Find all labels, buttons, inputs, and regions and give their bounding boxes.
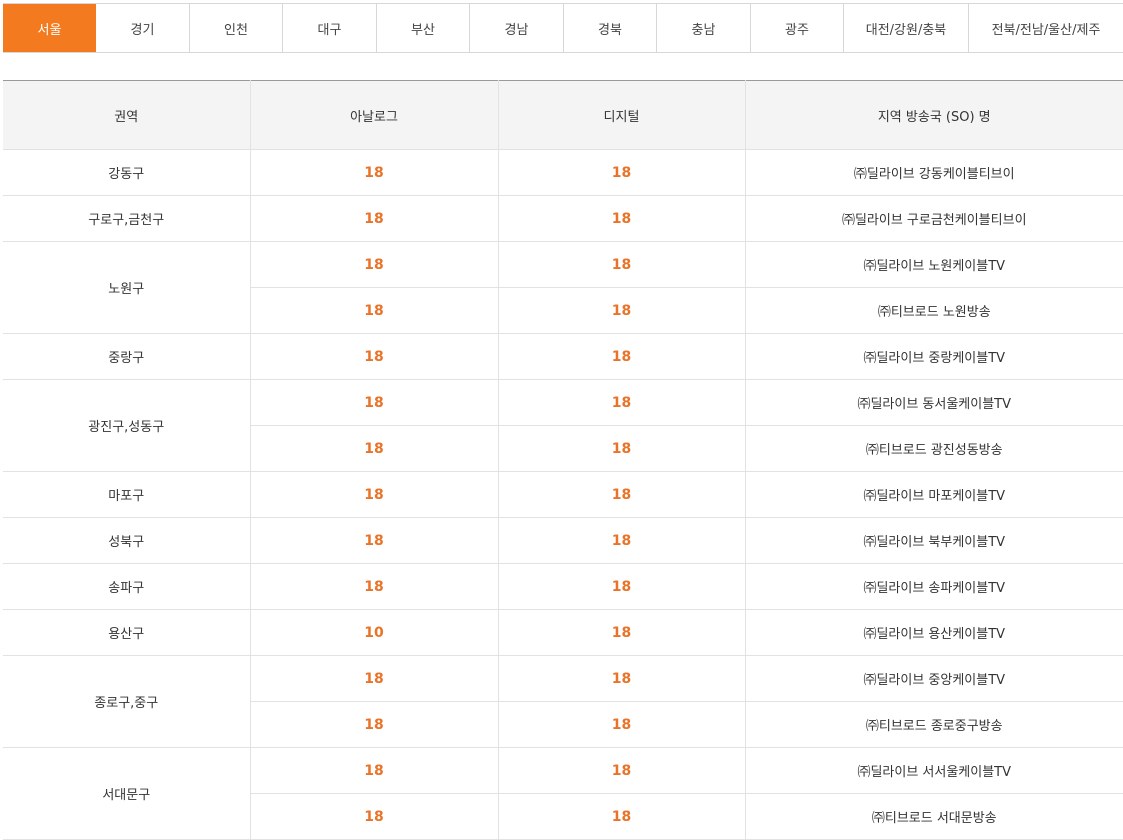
so-name-cell: ㈜딜라이브 용산케이블TV [745, 609, 1123, 656]
table-row: 중랑구 18 18 ㈜딜라이브 중랑케이블TV [3, 333, 1123, 380]
tab-2[interactable]: 경기 [96, 4, 190, 52]
digital-channel-cell: 18 [498, 471, 746, 518]
region-cell: 종로구,중구 [3, 655, 251, 748]
region-cell: 용산구 [3, 609, 251, 656]
so-name-cell: ㈜딜라이브 마포케이블TV [745, 471, 1123, 518]
digital-channel-cell: 18 [498, 333, 746, 380]
region-cell: 광진구,성동구 [3, 379, 251, 472]
so-name-cell: ㈜티브로드 서대문방송 [745, 793, 1123, 840]
analog-channel-cell: 10 [250, 609, 499, 656]
table-row: 광진구,성동구 18 18 ㈜딜라이브 동서울케이블TV [3, 379, 1123, 472]
region-cell: 중랑구 [3, 333, 251, 380]
digital-channel-cell: 18 [498, 425, 746, 472]
analog-channel-cell: 18 [250, 563, 499, 610]
tab-6[interactable]: 경남 [470, 4, 564, 52]
tab-3[interactable]: 인천 [190, 4, 283, 52]
header-so-name: 지역 방송국 (SO) 명 [745, 80, 1123, 150]
channel-table-container: 권역 아날로그 디지털 지역 방송국 (SO) 명 강동구 18 18 ㈜딜라이브 강… [3, 80, 1123, 840]
analog-channel-cell: 18 [250, 287, 499, 334]
table-row: 노원구 18 18 ㈜딜라이브 노원케이블TV [3, 241, 1123, 334]
table-header-row: 권역 아날로그 디지털 지역 방송국 (SO) 명 [3, 80, 1123, 150]
so-name-cell: ㈜딜라이브 구로금천케이블티브이 [745, 195, 1123, 242]
analog-channel-cell: 18 [250, 379, 499, 426]
table-row: 용산구 10 18 ㈜딜라이브 용산케이블TV [3, 609, 1123, 656]
digital-channel-cell: 18 [498, 701, 746, 748]
analog-channel-cell: 18 [250, 471, 499, 518]
region-cell: 송파구 [3, 563, 251, 610]
analog-channel-cell: 18 [250, 425, 499, 472]
header-analog: 아날로그 [250, 80, 499, 150]
analog-channel-cell: 18 [250, 241, 499, 288]
region-cell: 구로구,금천구 [3, 195, 251, 242]
so-name-cell: ㈜티브로드 광진성동방송 [745, 425, 1123, 472]
digital-channel-cell: 18 [498, 379, 746, 426]
so-name-cell: ㈜티브로드 종로중구방송 [745, 701, 1123, 748]
digital-channel-cell: 18 [498, 241, 746, 288]
so-name-cell: ㈜딜라이브 북부케이블TV [745, 517, 1123, 564]
table-row: 서대문구 18 18 ㈜딜라이브 서서울케이블TV [3, 747, 1123, 840]
digital-channel-cell: 18 [498, 517, 746, 564]
digital-channel-cell: 18 [498, 195, 746, 242]
digital-channel-cell: 18 [498, 747, 746, 794]
table-row: 종로구,중구 18 18 ㈜딜라이브 중앙케이블TV [3, 655, 1123, 748]
tab-9[interactable]: 광주 [751, 4, 844, 52]
region-cell: 서대문구 [3, 747, 251, 840]
region-cell: 성북구 [3, 517, 251, 564]
table-body: 강동구 18 18 ㈜딜라이브 강동케이블티브이 구로구,금천구 18 18 ㈜딜라이브 구로… [3, 149, 1123, 840]
tab-7[interactable]: 경북 [564, 4, 657, 52]
digital-channel-cell: 18 [498, 793, 746, 840]
region-cell: 노원구 [3, 241, 251, 334]
so-name-cell: ㈜딜라이브 중앙케이블TV [745, 655, 1123, 702]
tab-8[interactable]: 충남 [657, 4, 751, 52]
header-digital: 디지털 [498, 80, 746, 150]
region-cell: 마포구 [3, 471, 251, 518]
analog-channel-cell: 18 [250, 655, 499, 702]
analog-channel-cell: 18 [250, 149, 499, 196]
tab-4[interactable]: 대구 [283, 4, 377, 52]
tab-10[interactable]: 대전/강원/충북 [844, 4, 969, 52]
header-region: 권역 [3, 80, 251, 150]
digital-channel-cell: 18 [498, 655, 746, 702]
digital-channel-cell: 18 [498, 149, 746, 196]
table-row: 강동구 18 18 ㈜딜라이브 강동케이블티브이 [3, 149, 1123, 196]
tab-1[interactable]: 서울 [3, 4, 96, 52]
table-row: 송파구 18 18 ㈜딜라이브 송파케이블TV [3, 563, 1123, 610]
so-name-cell: ㈜딜라이브 중랑케이블TV [745, 333, 1123, 380]
so-name-cell: ㈜딜라이브 서서울케이블TV [745, 747, 1123, 794]
analog-channel-cell: 18 [250, 793, 499, 840]
table-row: 구로구,금천구 18 18 ㈜딜라이브 구로금천케이블티브이 [3, 195, 1123, 242]
tab-5[interactable]: 부산 [377, 4, 470, 52]
table-row: 마포구 18 18 ㈜딜라이브 마포케이블TV [3, 471, 1123, 518]
so-name-cell: ㈜티브로드 노원방송 [745, 287, 1123, 334]
analog-channel-cell: 18 [250, 195, 499, 242]
so-name-cell: ㈜딜라이브 송파케이블TV [745, 563, 1123, 610]
channel-table: 권역 아날로그 디지털 지역 방송국 (SO) 명 강동구 18 18 ㈜딜라이브 강… [3, 80, 1123, 840]
analog-channel-cell: 18 [250, 333, 499, 380]
region-cell: 강동구 [3, 149, 251, 196]
digital-channel-cell: 18 [498, 609, 746, 656]
so-name-cell: ㈜딜라이브 동서울케이블TV [745, 379, 1123, 426]
digital-channel-cell: 18 [498, 563, 746, 610]
so-name-cell: ㈜딜라이브 노원케이블TV [745, 241, 1123, 288]
digital-channel-cell: 18 [498, 287, 746, 334]
tab-11[interactable]: 전북/전남/울산/제주 [969, 4, 1123, 52]
region-tabs: 서울 경기 인천 대구 부산 경남 경북 충남 광주 대전/강원/충북 전북/전남/울산/제주 [3, 3, 1123, 53]
analog-channel-cell: 18 [250, 747, 499, 794]
so-name-cell: ㈜딜라이브 강동케이블티브이 [745, 149, 1123, 196]
analog-channel-cell: 18 [250, 517, 499, 564]
table-row: 성북구 18 18 ㈜딜라이브 북부케이블TV [3, 517, 1123, 564]
analog-channel-cell: 18 [250, 701, 499, 748]
